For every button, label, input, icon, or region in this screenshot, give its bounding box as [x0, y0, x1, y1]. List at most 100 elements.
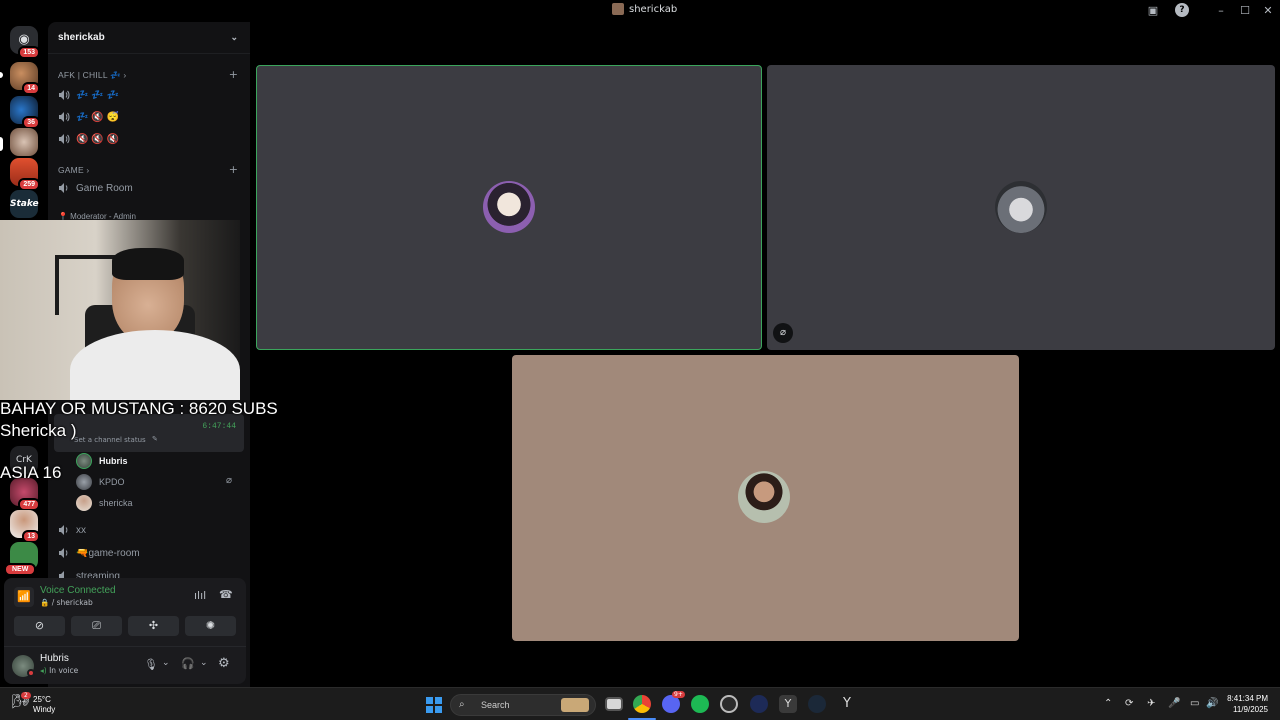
server-icon-4[interactable]: 259	[10, 158, 40, 191]
signal-icon[interactable]: 📶	[14, 587, 34, 607]
start-button[interactable]	[426, 697, 442, 713]
headphones-icon[interactable]: 🎧	[181, 657, 195, 670]
app-icon[interactable]: Y	[779, 695, 797, 713]
server-icon-1[interactable]: 14	[10, 62, 40, 95]
voice-user-hubris[interactable]: Hubris	[76, 453, 128, 469]
voice-user-shericka[interactable]: shericka	[76, 495, 133, 511]
participant-avatar	[738, 471, 790, 523]
discord-home-button[interactable]: ◉ 153	[10, 26, 40, 59]
microphone-in-use-icon[interactable]: 🎤	[1168, 698, 1180, 709]
disconnect-icon[interactable]: ☎	[219, 588, 233, 601]
windows-taskbar: 🌬 2 25°C Windy ⌕ Search 9+ Y Y ⌃ ⟳ ✈ 🎤 ▭…	[0, 687, 1280, 720]
server-icon-stake[interactable]: Stake	[10, 190, 39, 218]
app-icon[interactable]	[720, 695, 738, 713]
shirt-image	[70, 330, 240, 400]
activities-button[interactable]: ✣	[128, 616, 179, 636]
help-icon[interactable]: ?	[1175, 3, 1189, 17]
unread-pill	[0, 72, 3, 78]
microphone-icon[interactable]: 🎙	[144, 658, 158, 671]
pencil-icon: ✎	[152, 435, 158, 443]
noise-suppression-icon[interactable]: ılıl	[194, 589, 206, 602]
video-tile-shericka[interactable]	[512, 355, 1019, 641]
voice-channel[interactable]: 💤 💤 💤	[58, 89, 119, 101]
spotify-icon[interactable]	[691, 695, 709, 713]
voice-channel-path[interactable]: 🔒 / sherickab	[40, 598, 93, 607]
voice-connected-status[interactable]: Voice Connected	[40, 585, 116, 596]
camera-toggle-button[interactable]: ⊘	[14, 616, 65, 636]
screen-share-button[interactable]: ⎚	[71, 616, 122, 636]
clock[interactable]: 8:41:34 PM 11/9/2025	[1227, 693, 1268, 715]
selected-pill	[0, 137, 3, 151]
task-view-icon[interactable]	[605, 697, 623, 711]
tray-app-icon[interactable]: ✈	[1147, 698, 1155, 709]
participant-avatar	[483, 181, 535, 233]
speaker-icon: ◂)	[40, 666, 47, 675]
steam-icon[interactable]	[808, 695, 826, 713]
app-icon[interactable]: Y	[838, 695, 856, 713]
rank-text: ASIA 16	[0, 463, 62, 482]
chevron-up-icon[interactable]: ⌃	[1104, 698, 1112, 709]
speaker-icon	[59, 90, 70, 100]
voice-channel[interactable]: 🔇 🔇 🔇	[58, 133, 119, 145]
volume-icon[interactable]: 🔊	[1206, 698, 1218, 709]
taskbar-search[interactable]: ⌕ Search	[450, 694, 596, 716]
voice-channel-game-room-2[interactable]: 🔫game-room	[58, 547, 140, 559]
server-icon-8[interactable]: 13	[10, 510, 40, 543]
add-channel-icon[interactable]: +	[229, 68, 238, 81]
speaker-icon	[59, 525, 68, 535]
call-timer: 6:47:44	[202, 422, 236, 431]
chrome-icon[interactable]	[633, 695, 651, 713]
streamer-webcam	[0, 220, 240, 400]
speaker-icon	[59, 112, 70, 122]
server-icon-3[interactable]	[10, 128, 38, 156]
speaker-icon	[59, 183, 68, 193]
voice-channel-xx[interactable]: xx	[58, 524, 86, 536]
soundboard-button[interactable]: ✺	[185, 616, 236, 636]
app-icon[interactable]	[750, 695, 768, 713]
title-bar: sherickab ▣ ? – ☐ ✕	[0, 0, 1280, 22]
weather-widget[interactable]: 25°C Windy	[33, 695, 55, 715]
weather-badge: 2	[21, 692, 31, 699]
video-tile-kpdo[interactable]: ⌀	[767, 65, 1275, 350]
close-icon[interactable]: ✕	[1260, 3, 1276, 19]
window-title: sherickab	[612, 3, 677, 15]
sync-icon[interactable]: ⟳	[1125, 698, 1133, 709]
settings-gear-icon[interactable]: ⚙	[218, 656, 230, 671]
video-tile-speaking[interactable]	[256, 65, 762, 350]
server-icon-2[interactable]: 36	[10, 96, 40, 129]
activities-icon: ✣	[148, 619, 159, 632]
server-icon-9[interactable]: NEW	[4, 542, 38, 576]
maximize-icon[interactable]: ☐	[1237, 3, 1253, 19]
active-voice-channel[interactable]: 6:47:44 Set a channel status ✎	[54, 414, 244, 452]
speaker-icon	[59, 134, 70, 144]
category-game[interactable]: GAME ›	[58, 165, 89, 175]
inbox-icon[interactable]: ▣	[1145, 3, 1161, 19]
server-header[interactable]: sherickab ⌄	[48, 22, 250, 54]
chevron-down-icon[interactable]: ⌄	[162, 658, 170, 668]
server-avatar-icon	[612, 3, 624, 15]
username[interactable]: Hubris	[40, 653, 69, 664]
channel-status-prompt[interactable]: Set a channel status	[74, 436, 146, 444]
chevron-down-icon[interactable]: ⌄	[200, 658, 208, 668]
category-afk-chill[interactable]: AFK | CHILL 💤 ›	[58, 70, 126, 81]
server-name: sherickab	[58, 32, 105, 43]
avatar	[76, 474, 92, 490]
stake-logo: Stake	[10, 190, 39, 218]
user-area: Hubris ◂) In voice 🎙 ⌄ 🎧 ⌄ ⚙	[4, 646, 246, 684]
add-channel-icon[interactable]: +	[229, 163, 238, 176]
search-highlight-icon	[561, 698, 589, 712]
speaker-icon	[59, 548, 68, 558]
voice-user-panel: 📶 Voice Connected 🔒 / sherickab ılıl ☎ ⊘…	[4, 578, 246, 684]
chevron-down-icon: ⌄	[230, 32, 238, 42]
network-icon[interactable]: ▭	[1190, 698, 1199, 709]
search-icon: ⌕	[459, 699, 465, 710]
user-voice-status: ◂) In voice	[40, 666, 79, 675]
voice-channel[interactable]: 💤 🔇 😴	[58, 111, 119, 123]
screen-share-icon: ⎚	[92, 619, 101, 632]
streamer-name-text: Shericka )	[0, 421, 77, 440]
voice-channel-game-room[interactable]: Game Room	[58, 182, 133, 194]
participant-avatar	[995, 181, 1047, 233]
voice-user-kpdo[interactable]: KPDO	[76, 474, 125, 490]
mention-badge: 153	[18, 46, 40, 59]
minimize-icon[interactable]: –	[1213, 3, 1229, 19]
